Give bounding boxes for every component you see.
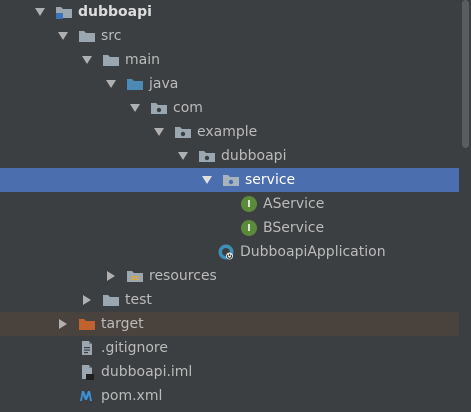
interface-icon: I xyxy=(240,196,258,212)
tree-item-label: BService xyxy=(263,220,325,236)
tree-item-label: main xyxy=(125,52,160,68)
folder-icon xyxy=(102,292,120,308)
chevron-right-icon[interactable] xyxy=(80,293,94,307)
tree-item-label: DubboapiApplication xyxy=(240,244,386,260)
project-tree: dubboapi src main java com example dubbo… xyxy=(0,0,471,412)
tree-item-label: .gitignore xyxy=(101,340,168,356)
iml-file-icon xyxy=(78,364,96,380)
chevron-down-icon[interactable] xyxy=(33,5,47,19)
tree-item-label: pom.xml xyxy=(101,388,163,404)
tree-item-test[interactable]: test xyxy=(0,288,459,312)
chevron-down-icon[interactable] xyxy=(128,101,142,115)
tree-item-bservice[interactable]: I BService xyxy=(0,216,459,240)
maven-icon xyxy=(78,388,96,404)
module-folder-icon xyxy=(55,4,73,20)
package-folder-icon xyxy=(222,172,240,188)
chevron-down-icon[interactable] xyxy=(104,77,118,91)
resources-folder-icon xyxy=(126,268,144,284)
tree-item-label: java xyxy=(149,76,179,92)
tree-item-dubboapi-iml[interactable]: dubboapi.iml xyxy=(0,360,459,384)
tree-item-label: dubboapi.iml xyxy=(101,364,193,380)
chevron-down-icon[interactable] xyxy=(152,125,166,139)
chevron-down-icon[interactable] xyxy=(80,53,94,67)
tree-item-pom-xml[interactable]: pom.xml xyxy=(0,384,459,408)
package-folder-icon xyxy=(150,100,168,116)
tree-item-aservice[interactable]: I AService xyxy=(0,192,459,216)
tree-item-example[interactable]: example xyxy=(0,120,459,144)
tree-item-src[interactable]: src xyxy=(0,24,459,48)
folder-icon xyxy=(102,52,120,68)
spring-boot-class-icon xyxy=(217,244,235,260)
scrollbar-thumb[interactable] xyxy=(462,0,469,148)
tree-item-service[interactable]: service xyxy=(0,168,459,192)
tree-item-label: resources xyxy=(149,268,217,284)
chevron-right-icon[interactable] xyxy=(56,317,70,331)
chevron-down-icon[interactable] xyxy=(200,173,214,187)
tree-item-label: target xyxy=(101,316,144,332)
tree-item-label: AService xyxy=(263,196,325,212)
interface-letter: I xyxy=(241,220,257,236)
excluded-folder-icon xyxy=(78,316,96,332)
tree-item-resources[interactable]: resources xyxy=(0,264,459,288)
tree-item-dubboapi-package[interactable]: dubboapi xyxy=(0,144,459,168)
interface-letter: I xyxy=(241,196,257,212)
folder-icon xyxy=(78,28,96,44)
tree-item-label: dubboapi xyxy=(78,4,152,20)
tree-item-gitignore[interactable]: .gitignore xyxy=(0,336,459,360)
package-folder-icon xyxy=(174,124,192,140)
tree-item-label: com xyxy=(173,100,203,116)
tree-item-dubboapi-root[interactable]: dubboapi xyxy=(0,0,459,24)
tree-item-label: test xyxy=(125,292,152,308)
tree-item-main[interactable]: main xyxy=(0,48,459,72)
tree-item-java[interactable]: java xyxy=(0,72,459,96)
tree-item-label: example xyxy=(197,124,258,140)
chevron-right-icon[interactable] xyxy=(104,269,118,283)
tree-item-target[interactable]: target xyxy=(0,312,459,336)
tree-item-label: dubboapi xyxy=(221,148,287,164)
package-folder-icon xyxy=(198,148,216,164)
tree-item-com[interactable]: com xyxy=(0,96,459,120)
source-folder-icon xyxy=(126,76,144,92)
vertical-scrollbar[interactable] xyxy=(459,0,471,412)
tree-item-label: src xyxy=(101,28,122,44)
chevron-down-icon[interactable] xyxy=(56,29,70,43)
chevron-down-icon[interactable] xyxy=(176,149,190,163)
text-file-icon xyxy=(78,340,96,356)
interface-icon: I xyxy=(240,220,258,236)
tree-item-label: service xyxy=(245,172,296,188)
tree-item-dubboapi-application[interactable]: DubboapiApplication xyxy=(0,240,459,264)
